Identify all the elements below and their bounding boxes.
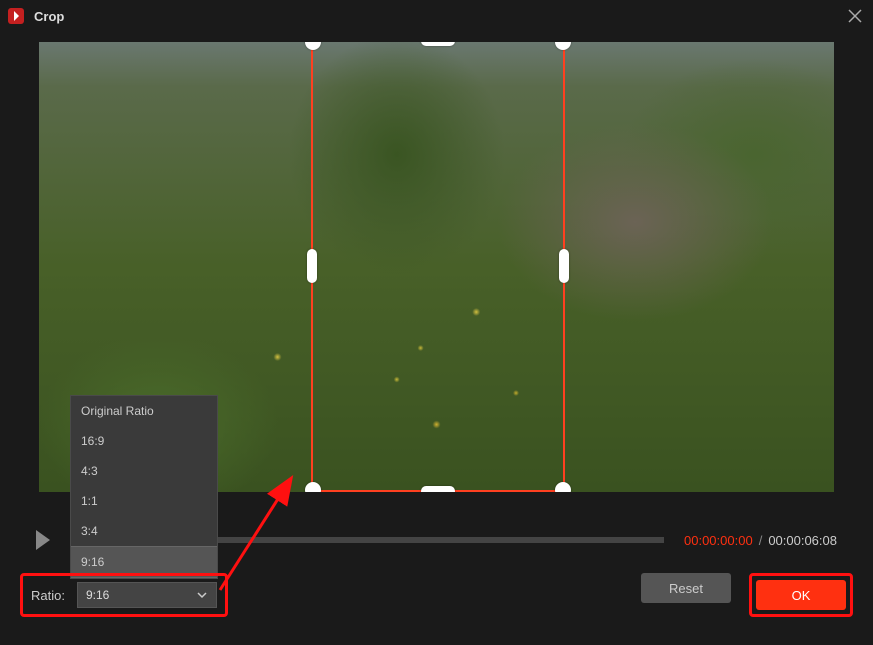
crop-handle-bottom-left[interactable] xyxy=(305,482,321,492)
action-buttons: Reset OK xyxy=(641,573,853,617)
crop-handle-bottom[interactable] xyxy=(421,486,455,492)
ratio-dropdown-menu[interactable]: Original Ratio 16:9 4:3 1:1 3:4 9:16 xyxy=(70,395,218,579)
ratio-label: Ratio: xyxy=(31,588,65,603)
ratio-select[interactable]: 9:16 xyxy=(77,582,217,608)
app-icon xyxy=(8,8,24,24)
crop-handle-left[interactable] xyxy=(307,249,317,283)
crop-handle-bottom-right[interactable] xyxy=(555,482,571,492)
crop-handle-right[interactable] xyxy=(559,249,569,283)
ratio-option-3-4[interactable]: 3:4 xyxy=(71,516,217,546)
window-title: Crop xyxy=(34,9,64,24)
reset-button[interactable]: Reset xyxy=(641,573,731,603)
close-button[interactable] xyxy=(845,6,865,26)
ratio-option-1-1[interactable]: 1:1 xyxy=(71,486,217,516)
time-separator: / xyxy=(759,533,763,548)
total-time: 00:00:06:08 xyxy=(768,533,837,548)
ratio-option-original[interactable]: Original Ratio xyxy=(71,396,217,426)
ratio-option-4-3[interactable]: 4:3 xyxy=(71,456,217,486)
chevron-down-icon xyxy=(196,589,208,601)
play-button[interactable] xyxy=(36,530,50,550)
ratio-control-group: Ratio: 9:16 xyxy=(20,573,228,617)
time-display: 00:00:00:00 / 00:00:06:08 xyxy=(684,533,837,548)
ratio-option-16-9[interactable]: 16:9 xyxy=(71,426,217,456)
titlebar: Crop xyxy=(0,0,873,32)
crop-handle-top[interactable] xyxy=(421,42,455,46)
ok-button[interactable]: OK xyxy=(756,580,846,610)
close-icon xyxy=(847,8,863,24)
ok-button-highlight: OK xyxy=(749,573,853,617)
current-time: 00:00:00:00 xyxy=(684,533,753,548)
ratio-select-value: 9:16 xyxy=(86,588,109,602)
bottom-controls: Ratio: 9:16 Reset OK xyxy=(0,570,873,620)
